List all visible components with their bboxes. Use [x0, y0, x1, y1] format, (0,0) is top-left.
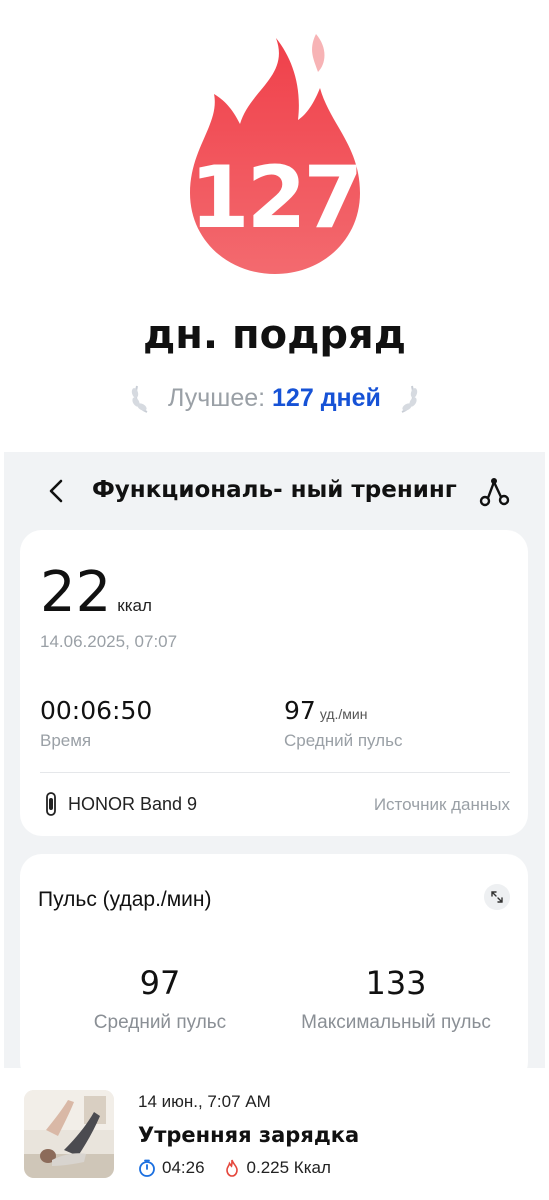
activity-card[interactable]: 14 июн., 7:07 AM Утренняя зарядка 04:26 … — [0, 1068, 549, 1200]
stopwatch-icon — [139, 1159, 155, 1177]
workout-date: 14.06.2025, 07:07 — [40, 632, 178, 651]
laurel-left-icon — [131, 385, 148, 413]
divider — [40, 772, 510, 773]
max-pulse-metric-value: 133 — [365, 964, 427, 1002]
activity-stats: 04:26 0.225 Ккал — [138, 1158, 331, 1178]
flame-small-icon — [225, 1159, 238, 1177]
workout-summary-card: 22 ккал 14.06.2025, 07:07 00:06:50 Время … — [20, 530, 528, 836]
heart-rate-card: Пульс (удар./мин) 97 Средний пульс 133 М… — [20, 854, 528, 1084]
avg-pulse-metric: 97 Средний пульс — [80, 964, 240, 1034]
max-pulse-metric: 133 Максимальный пульс — [286, 964, 506, 1034]
duration-value: 00:06:50 — [40, 696, 153, 725]
calories-value: 22 — [40, 560, 112, 625]
avg-pulse-value: 97 — [284, 696, 316, 725]
data-source-link[interactable]: Источник данных — [374, 795, 510, 815]
duration-label: Время — [40, 731, 92, 750]
band-icon — [46, 792, 56, 816]
streak-label: дн. подряд — [142, 312, 407, 358]
activity-calories: 0.225 Ккал — [246, 1158, 331, 1177]
streak-section: 127 дн. подряд Лучшее: 127 дней — [0, 0, 549, 452]
activity-duration: 04:26 — [162, 1158, 205, 1177]
avg-pulse-stat: 97 уд./мин Средний пульс — [284, 696, 402, 751]
best-streak: Лучшее: 127 дней — [0, 380, 549, 414]
heart-rate-title: Пульс (удар./мин) — [38, 888, 212, 911]
chevron-left-icon[interactable] — [42, 476, 72, 506]
avg-pulse-unit: уд./мин — [319, 706, 368, 722]
workout-thumbnail — [24, 1090, 114, 1178]
workout-panel: Функциональ- ный тренинг 22 ккал 14.06.20… — [4, 452, 545, 1084]
avg-pulse-label: Средний пульс — [284, 731, 403, 750]
avg-pulse-metric-value: 97 — [139, 964, 181, 1002]
activity-title: Утренняя зарядка — [138, 1123, 360, 1147]
max-pulse-metric-label: Максимальный пульс — [301, 1012, 491, 1033]
route-icon[interactable] — [476, 474, 512, 508]
best-value: 127 дней — [272, 384, 381, 412]
duration-stat: 00:06:50 Время — [40, 696, 152, 751]
avg-pulse-metric-label: Средний пульс — [93, 1012, 227, 1033]
activity-date: 14 июн., 7:07 AM — [138, 1092, 271, 1111]
best-label: Лучшее: — [168, 384, 266, 412]
device-name: HONOR Band 9 — [68, 793, 198, 814]
streak-count: 127 — [189, 148, 364, 248]
calories-unit: ккал — [117, 596, 152, 615]
laurel-right-icon — [401, 385, 418, 413]
top-bar: Функциональ- ный тренинг — [4, 452, 545, 528]
calories: 22 ккал — [40, 560, 152, 625]
device-info: HONOR Band 9 — [44, 792, 197, 816]
expand-icon[interactable] — [484, 884, 510, 910]
page-title: Функциональ- ный тренинг — [92, 477, 457, 503]
